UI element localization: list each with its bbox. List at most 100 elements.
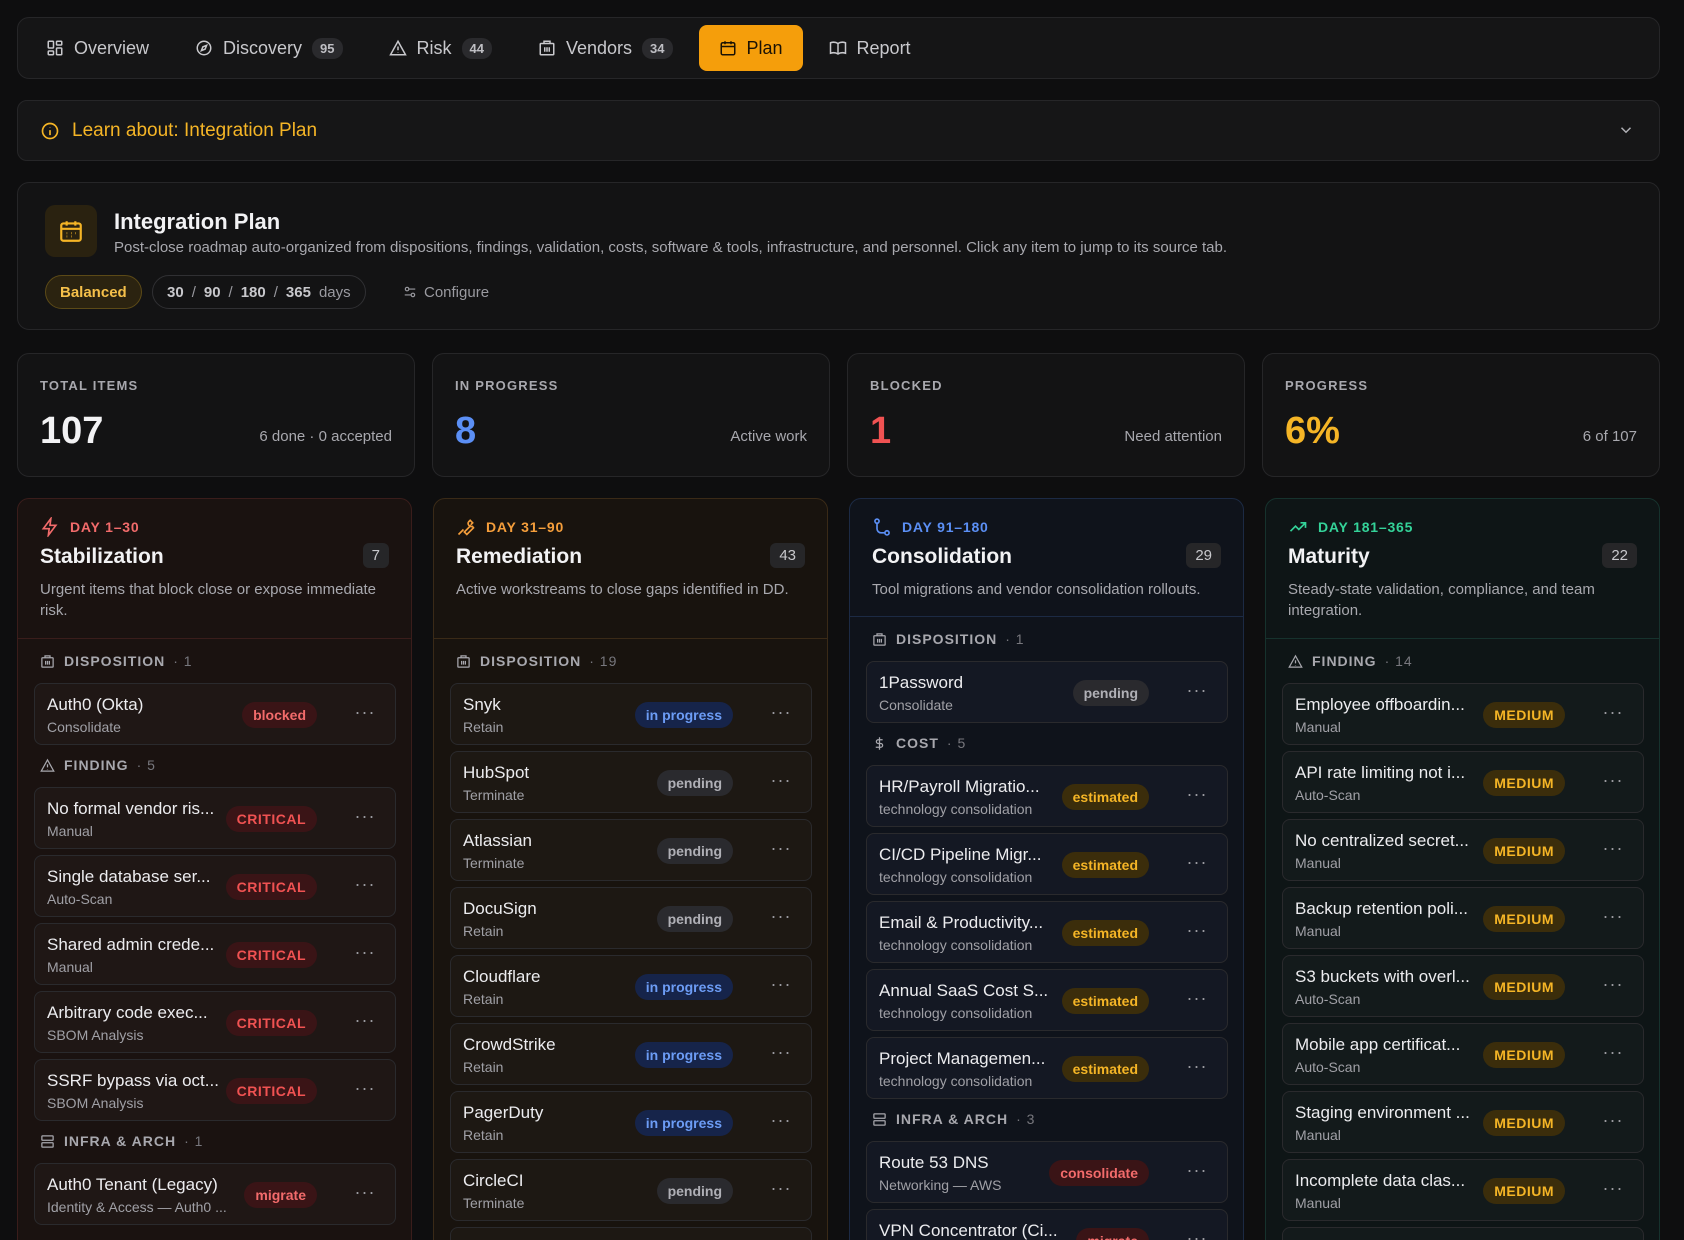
more-options-icon[interactable]: ··· — [769, 1178, 793, 1202]
plan-item[interactable]: SSRF bypass via oct... SBOM Analysis CRI… — [34, 1059, 396, 1121]
more-options-icon[interactable]: ··· — [769, 1110, 793, 1134]
plan-item[interactable]: Project Managemen... technology consolid… — [866, 1037, 1228, 1099]
status-badge: CRITICAL — [225, 806, 317, 832]
plan-item[interactable]: No centralized secret... Manual MEDIUM ·… — [1282, 819, 1644, 881]
status-badge: in progress — [634, 1110, 733, 1136]
more-options-icon[interactable]: ··· — [1601, 770, 1625, 794]
plan-item[interactable]: S3 buckets with overl... Auto-Scan MEDIU… — [1282, 955, 1644, 1017]
learn-about-accordion[interactable]: Learn about: Integration Plan — [17, 100, 1660, 161]
plan-item[interactable]: Mobile app certificat... Auto-Scan MEDIU… — [1282, 1023, 1644, 1085]
more-options-icon[interactable]: ··· — [769, 770, 793, 794]
plan-item[interactable]: HubSpot Terminate pending ··· — [450, 751, 812, 813]
more-options-icon[interactable]: ··· — [1601, 1110, 1625, 1134]
plan-item[interactable]: HR/Payroll Migratio... technology consol… — [866, 765, 1228, 827]
configure-button[interactable]: Configure — [403, 275, 489, 309]
phase-header: DAY 181–365 Maturity 22 Steady-state val… — [1266, 499, 1659, 639]
more-options-icon[interactable]: ··· — [353, 1078, 377, 1102]
stat-total-items: TOTAL ITEMS 107 6 done · 0 accepted — [17, 353, 415, 477]
tab-label: Vendors — [565, 37, 633, 58]
plan-item[interactable]: CI/CD Pipeline Migr... technology consol… — [866, 833, 1228, 895]
more-options-icon[interactable]: ··· — [1601, 702, 1625, 726]
more-options-icon[interactable]: ··· — [1185, 920, 1209, 944]
plan-item[interactable]: Staging environment ... Manual MEDIUM ··… — [1282, 1091, 1644, 1153]
plan-item[interactable]: Backup retention poli... Manual MEDIUM ·… — [1282, 887, 1644, 949]
phase-column-maturity: DAY 181–365 Maturity 22 Steady-state val… — [1265, 498, 1660, 1240]
plan-item[interactable]: Employee offboardin... Manual MEDIUM ··· — [1282, 683, 1644, 745]
more-options-icon[interactable]: ··· — [353, 874, 377, 898]
more-options-icon[interactable]: ··· — [769, 974, 793, 998]
more-options-icon[interactable]: ··· — [1185, 680, 1209, 704]
plan-item[interactable]: No formal vendor ris... Manual CRITICAL … — [34, 787, 396, 849]
plan-item[interactable]: API rate limiting not i... Auto-Scan MED… — [1282, 751, 1644, 813]
more-options-icon[interactable]: ··· — [1601, 1178, 1625, 1202]
plan-item[interactable]: Arbitrary code exec... SBOM Analysis CRI… — [34, 991, 396, 1053]
more-options-icon[interactable]: ··· — [1601, 838, 1625, 862]
more-options-icon[interactable]: ··· — [1185, 1228, 1209, 1240]
item-title: SSRF bypass via oct... — [47, 1071, 219, 1090]
item-title: Auth0 Tenant (Legacy) — [47, 1175, 218, 1194]
plan-item[interactable]: Atlassian Terminate pending ··· — [450, 819, 812, 881]
item-title: HR/Payroll Migratio... — [879, 777, 1040, 796]
phase-description: Tool migrations and vendor consolidation… — [872, 581, 1201, 598]
more-options-icon[interactable]: ··· — [1185, 784, 1209, 808]
more-options-icon[interactable]: ··· — [353, 1182, 377, 1206]
section-label: INFRA & ARCH — [896, 1111, 1009, 1127]
item-subtitle: technology consolidation — [879, 801, 1033, 817]
plan-item[interactable]: Route 53 DNS Networking — AWS consolidat… — [866, 1141, 1228, 1203]
more-options-icon[interactable]: ··· — [1601, 974, 1625, 998]
plan-item[interactable]: Cloudflare Retain in progress ··· — [450, 955, 812, 1017]
more-options-icon[interactable]: ··· — [1185, 1160, 1209, 1184]
more-options-icon[interactable]: ··· — [769, 838, 793, 862]
plan-item[interactable]: Request body not stri... — [1282, 1227, 1644, 1240]
plan-item[interactable]: PagerDuty Retain in progress ··· — [450, 1091, 812, 1153]
more-options-icon[interactable]: ··· — [353, 702, 377, 726]
tab-overview[interactable]: Overview — [26, 25, 169, 71]
tab-discovery[interactable]: Discovery 95 — [175, 25, 362, 71]
plan-item[interactable]: Auth0 (Okta) Consolidate blocked ··· — [34, 683, 396, 745]
plan-item[interactable]: Incomplete data clas... Manual MEDIUM ··… — [1282, 1159, 1644, 1221]
plan-item[interactable]: CircleCI Terminate pending ··· — [450, 1159, 812, 1221]
plan-item[interactable]: VPN Concentrator (Ci... migrate ··· — [866, 1209, 1228, 1240]
status-badge: estimated — [1061, 920, 1149, 946]
item-title: S3 buckets with overl... — [1295, 967, 1470, 986]
more-options-icon[interactable]: ··· — [1185, 852, 1209, 876]
plan-item[interactable]: 1Password Consolidate pending ··· — [866, 661, 1228, 723]
more-options-icon[interactable]: ··· — [1185, 988, 1209, 1012]
more-options-icon[interactable]: ··· — [769, 702, 793, 726]
more-options-icon[interactable]: ··· — [769, 1042, 793, 1066]
plan-item[interactable]: Snyk Retain in progress ··· — [450, 683, 812, 745]
tab-report[interactable]: Report — [809, 25, 931, 71]
day-value: 180 — [240, 283, 266, 301]
plan-item[interactable]: CrowdStrike Retain in progress ··· — [450, 1023, 812, 1085]
plan-item[interactable]: Shared admin crede... Manual CRITICAL ··… — [34, 923, 396, 985]
item-title: No formal vendor ris... — [47, 799, 215, 818]
plan-item[interactable]: Annual SaaS Cost S... technology consoli… — [866, 969, 1228, 1031]
plan-item[interactable]: Auth0 Tenant (Legacy) Identity & Access … — [34, 1163, 396, 1225]
day-horizons-pill[interactable]: 30 / 90 / 180 / 365 days — [152, 275, 366, 309]
plan-item[interactable]: Figma — [450, 1227, 812, 1240]
plan-item[interactable]: Single database ser... Auto-Scan CRITICA… — [34, 855, 396, 917]
more-options-icon[interactable]: ··· — [769, 906, 793, 930]
item-title: Incomplete data clas... — [1295, 1171, 1466, 1190]
more-options-icon[interactable]: ··· — [353, 1010, 377, 1034]
more-options-icon[interactable]: ··· — [353, 806, 377, 830]
status-badge: estimated — [1061, 988, 1149, 1014]
chevron-down-icon[interactable] — [1617, 121, 1635, 139]
plan-item[interactable]: Email & Productivity... technology conso… — [866, 901, 1228, 963]
phase-count-badge: 29 — [1186, 543, 1221, 568]
item-subtitle: Auto-Scan — [1295, 787, 1361, 803]
more-options-icon[interactable]: ··· — [353, 942, 377, 966]
dollar-icon — [875, 736, 884, 750]
more-options-icon[interactable]: ··· — [1601, 1042, 1625, 1066]
more-options-icon[interactable]: ··· — [1185, 1056, 1209, 1080]
day-separator: / — [273, 283, 278, 301]
status-badge: MEDIUM — [1483, 770, 1565, 796]
building-icon — [539, 40, 555, 56]
tab-plan[interactable]: Plan — [698, 25, 803, 71]
tab-risk[interactable]: Risk 44 — [369, 25, 512, 71]
plan-mode-badge[interactable]: Balanced — [45, 275, 142, 309]
plan-item[interactable]: DocuSign Retain pending ··· — [450, 887, 812, 949]
item-subtitle: Terminate — [463, 855, 525, 871]
tab-vendors[interactable]: Vendors 34 — [518, 25, 693, 71]
more-options-icon[interactable]: ··· — [1601, 906, 1625, 930]
